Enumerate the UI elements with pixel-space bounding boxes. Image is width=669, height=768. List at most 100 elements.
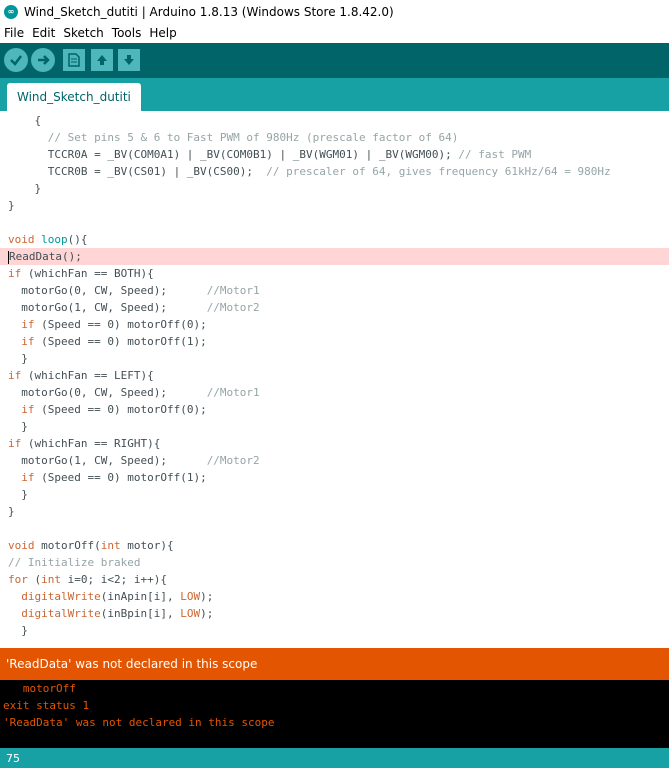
menu-sketch[interactable]: Sketch xyxy=(59,26,107,40)
code-token: (){ xyxy=(67,233,88,246)
code-token: (Speed == 0) motorOff(1); xyxy=(34,471,207,484)
line-number: 75 xyxy=(6,751,20,765)
code-token: digitalWrite xyxy=(21,607,101,620)
tab-strip: Wind_Sketch_dutiti xyxy=(0,78,669,111)
code-token: LOW xyxy=(180,590,201,603)
code-line: for (int i=0; i<2; i++){ xyxy=(0,571,669,588)
verify-button[interactable] xyxy=(4,48,28,72)
code-token: TCCR0B = _BV(CS01) | _BV(CS00); xyxy=(8,165,267,178)
code-token: } xyxy=(8,505,15,518)
code-token: (whichFan == RIGHT){ xyxy=(21,437,161,450)
code-token: if xyxy=(8,437,22,450)
toolbar xyxy=(0,43,669,78)
title-bar: ∞ Wind_Sketch_dutiti | Arduino 1.8.13 (W… xyxy=(0,0,669,23)
new-button[interactable] xyxy=(63,49,85,71)
code-token: (Speed == 0) motorOff(1); xyxy=(34,335,207,348)
code-token: void xyxy=(8,539,35,552)
error-message: 'ReadData' was not declared in this scop… xyxy=(6,657,258,671)
code-token: //Motor1 xyxy=(206,284,260,297)
code-line: { xyxy=(0,112,669,129)
arduino-logo-icon: ∞ xyxy=(4,4,18,19)
code-token: (whichFan == BOTH){ xyxy=(21,267,154,280)
code-editor[interactable]: { // Set pins 5 & 6 to Fast PWM of 980Hz… xyxy=(0,111,669,648)
code-token: loop xyxy=(41,233,68,246)
console-output[interactable]: motorOff exit status 1 'ReadData' was not … xyxy=(0,680,669,748)
code-token: ); xyxy=(200,590,214,603)
code-line: motorGo(0, CW, Speed); //Motor1 xyxy=(0,384,669,401)
code-token: (inBpin[i], xyxy=(100,607,181,620)
code-token: if xyxy=(21,403,35,416)
code-line: TCCR0B = _BV(CS01) | _BV(CS00); // presc… xyxy=(0,163,669,180)
code-token: // Set pins 5 & 6 to Fast PWM of 980Hz (… xyxy=(8,131,459,144)
code-token: motorGo(0, CW, Speed); xyxy=(8,284,207,297)
open-button[interactable] xyxy=(91,49,113,71)
code-token: } xyxy=(8,182,42,195)
window-title: Wind_Sketch_dutiti | Arduino 1.8.13 (Win… xyxy=(24,4,394,19)
footer-bar: 75 xyxy=(0,748,669,768)
code-line: void loop(){ xyxy=(0,231,669,248)
code-token: if xyxy=(8,267,22,280)
code-line: // Set pins 5 & 6 to Fast PWM of 980Hz (… xyxy=(0,129,669,146)
code-line: } xyxy=(0,418,669,435)
code-line: TCCR0A = _BV(COM0A1) | _BV(COM0B1) | _BV… xyxy=(0,146,669,163)
verify-icon xyxy=(10,55,22,66)
code-token: // prescaler of 64, gives frequency 61kH… xyxy=(266,165,611,178)
code-token: void xyxy=(8,233,35,246)
menu-edit[interactable]: Edit xyxy=(28,26,59,40)
open-icon xyxy=(97,55,107,65)
code-token: if xyxy=(8,369,22,382)
code-line: digitalWrite(inApin[i], LOW); xyxy=(0,588,669,605)
code-line: digitalWrite(inBpin[i], LOW); xyxy=(0,605,669,622)
code-token: } xyxy=(8,199,15,212)
console-line: 'ReadData' was not declared in this scop… xyxy=(3,716,275,729)
tab-sketch[interactable]: Wind_Sketch_dutiti xyxy=(7,83,141,111)
code-token: motorGo(1, CW, Speed); xyxy=(8,301,207,314)
code-token: ReadData(); xyxy=(9,250,82,263)
code-line: } xyxy=(0,503,669,520)
code-token: digitalWrite xyxy=(21,590,101,603)
save-button[interactable] xyxy=(118,49,140,71)
code-token: (Speed == 0) motorOff(0); xyxy=(34,318,207,331)
new-icon xyxy=(68,53,80,67)
code-token: } xyxy=(8,488,28,501)
code-token: LOW xyxy=(180,607,201,620)
code-token: (whichFan == LEFT){ xyxy=(21,369,154,382)
upload-button[interactable] xyxy=(31,48,55,72)
code-line: if (Speed == 0) motorOff(0); xyxy=(0,401,669,418)
code-token: if xyxy=(21,471,35,484)
code-token: ); xyxy=(200,607,214,620)
code-token: if xyxy=(21,335,35,348)
code-line: motorGo(1, CW, Speed); //Motor2 xyxy=(0,299,669,316)
code-line: if (Speed == 0) motorOff(1); xyxy=(0,333,669,350)
menu-file[interactable]: File xyxy=(0,26,28,40)
code-token: } xyxy=(8,352,28,365)
code-line: // Initialize braked xyxy=(0,554,669,571)
code-token: int xyxy=(100,539,121,552)
code-token: // Initialize braked xyxy=(8,556,141,569)
menu-tools[interactable]: Tools xyxy=(108,26,146,40)
code-line: } xyxy=(0,197,669,214)
code-line: if (whichFan == LEFT){ xyxy=(0,367,669,384)
code-line: if (Speed == 0) motorOff(1); xyxy=(0,469,669,486)
code-line: if (whichFan == BOTH){ xyxy=(0,265,669,282)
code-token: (inApin[i], xyxy=(100,590,181,603)
save-icon xyxy=(124,55,134,65)
code-token: //Motor1 xyxy=(206,386,260,399)
code-line: } xyxy=(0,350,669,367)
code-token: motorOff( xyxy=(34,539,101,552)
code-line: motorGo(0, CW, Speed); //Motor1 xyxy=(0,282,669,299)
code-token: (Speed == 0) motorOff(0); xyxy=(34,403,207,416)
code-token: ( xyxy=(27,573,42,586)
code-token: TCCR0A = _BV(COM0A1) | _BV(COM0B1) | _BV… xyxy=(8,148,459,161)
code-line: void motorOff(int motor){ xyxy=(0,537,669,554)
code-line: motorGo(1, CW, Speed); //Motor2 xyxy=(0,452,669,469)
code-token: } xyxy=(8,420,28,433)
code-token: // fast PWM xyxy=(458,148,532,161)
code-token: motorGo(0, CW, Speed); xyxy=(8,386,207,399)
code-line: if (Speed == 0) motorOff(0); xyxy=(0,316,669,333)
menu-help[interactable]: Help xyxy=(145,26,180,40)
